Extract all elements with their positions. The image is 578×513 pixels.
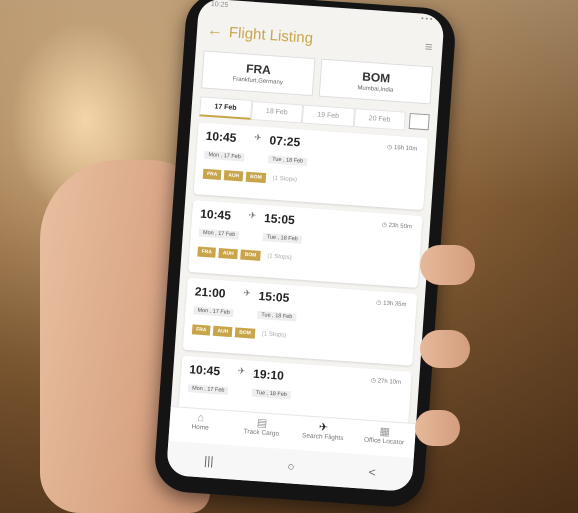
stops-count: (1 Stops) bbox=[272, 175, 298, 184]
date-tab[interactable]: 19 Feb bbox=[301, 104, 355, 127]
arrival-date: Tue , 18 Feb bbox=[262, 233, 302, 244]
nav-office-locator[interactable]: ▦ Office Locator bbox=[352, 420, 416, 458]
date-tab[interactable]: 18 Feb bbox=[250, 100, 304, 123]
date-tab[interactable]: 17 Feb bbox=[199, 96, 252, 120]
airport-tag: AUH bbox=[218, 248, 239, 260]
origin-city[interactable]: FRA Frankfurt,Germany bbox=[201, 50, 316, 97]
finger bbox=[415, 410, 460, 446]
departure-date: Mon , 17 Feb bbox=[198, 228, 240, 240]
destination-city[interactable]: BOM Mumbai,India bbox=[318, 58, 434, 105]
back-arrow-icon[interactable]: ← bbox=[206, 22, 224, 41]
airport-tag: AUH bbox=[223, 170, 244, 182]
calendar-icon[interactable] bbox=[408, 112, 430, 131]
flight-card[interactable]: 10:45 Mon , 17 Feb ✈ 07:25 Tue , 18 Feb … bbox=[193, 122, 429, 211]
arrival-date: Tue , 18 Feb bbox=[251, 388, 292, 400]
smartphone: 10:25 • • • ← Flight Listing ≡ FRA Frank… bbox=[152, 0, 458, 509]
menu-icon[interactable]: ≡ bbox=[424, 38, 433, 53]
airport-tag: FRA bbox=[202, 168, 222, 180]
arrival-time: 07:25 bbox=[269, 133, 301, 150]
nav-label: Search Flights bbox=[301, 432, 344, 443]
plane-icon: ✈ bbox=[242, 287, 252, 299]
finger bbox=[420, 330, 470, 368]
plane-icon: ✈ bbox=[248, 210, 257, 221]
nav-track-cargo[interactable]: ▤ Track Cargo bbox=[230, 411, 294, 449]
flight-card[interactable]: 10:45 Mon , 17 Feb ✈ 15:05 Tue , 18 Feb … bbox=[188, 200, 423, 288]
departure-time: 10:45 bbox=[188, 362, 221, 379]
arrival-date: Tue , 18 Feb bbox=[267, 155, 308, 166]
airport-tag: BOM bbox=[240, 249, 261, 261]
flight-list: 10:45 Mon , 17 Feb ✈ 07:25 Tue , 18 Feb … bbox=[169, 120, 436, 452]
airport-tag: AUH bbox=[213, 325, 233, 338]
nav-home[interactable]: ⌂ Home bbox=[168, 407, 232, 445]
plane-icon: ✈ bbox=[237, 365, 246, 377]
airport-tag: FRA bbox=[197, 246, 217, 258]
nav-label: Office Locator bbox=[363, 436, 405, 447]
arrival-time: 19:10 bbox=[252, 366, 285, 383]
departure-time: 10:45 bbox=[199, 206, 232, 223]
arrival-time: 15:05 bbox=[258, 288, 290, 306]
plane-icon: ✈ bbox=[253, 132, 263, 143]
departure-date: Mon , 17 Feb bbox=[187, 384, 229, 395]
airport-tag: FRA bbox=[191, 324, 211, 336]
nav-search-flights[interactable]: ✈ Search Flights bbox=[291, 416, 355, 454]
airport-tag: BOM bbox=[234, 327, 256, 339]
arrival-date: Tue , 18 Feb bbox=[257, 310, 297, 322]
departure-time: 21:00 bbox=[194, 284, 226, 301]
date-tab[interactable]: 20 Feb bbox=[353, 107, 406, 131]
back-button-icon[interactable]: < bbox=[368, 465, 376, 479]
phone-screen: 10:25 • • • ← Flight Listing ≡ FRA Frank… bbox=[165, 0, 445, 493]
arrival-time: 15:05 bbox=[263, 211, 296, 228]
recent-apps-icon[interactable]: ||| bbox=[204, 453, 214, 468]
status-time: 10:25 bbox=[210, 0, 229, 10]
airport-tag: BOM bbox=[245, 171, 267, 184]
nav-label: Home bbox=[191, 423, 209, 432]
stops-count: (1 Stops) bbox=[261, 331, 287, 339]
departure-time: 10:45 bbox=[205, 128, 237, 145]
finger bbox=[420, 245, 475, 285]
departure-date: Mon , 17 Feb bbox=[204, 150, 246, 162]
home-button-icon[interactable]: ○ bbox=[287, 459, 295, 473]
status-icons: • • • bbox=[420, 15, 433, 24]
stops-count: (1 Stops) bbox=[267, 253, 292, 262]
departure-date: Mon , 17 Feb bbox=[193, 306, 235, 318]
flight-card[interactable]: 21:00 Mon , 17 Feb ✈ 15:05 Tue , 18 Feb … bbox=[182, 277, 418, 366]
nav-label: Track Cargo bbox=[243, 428, 280, 438]
